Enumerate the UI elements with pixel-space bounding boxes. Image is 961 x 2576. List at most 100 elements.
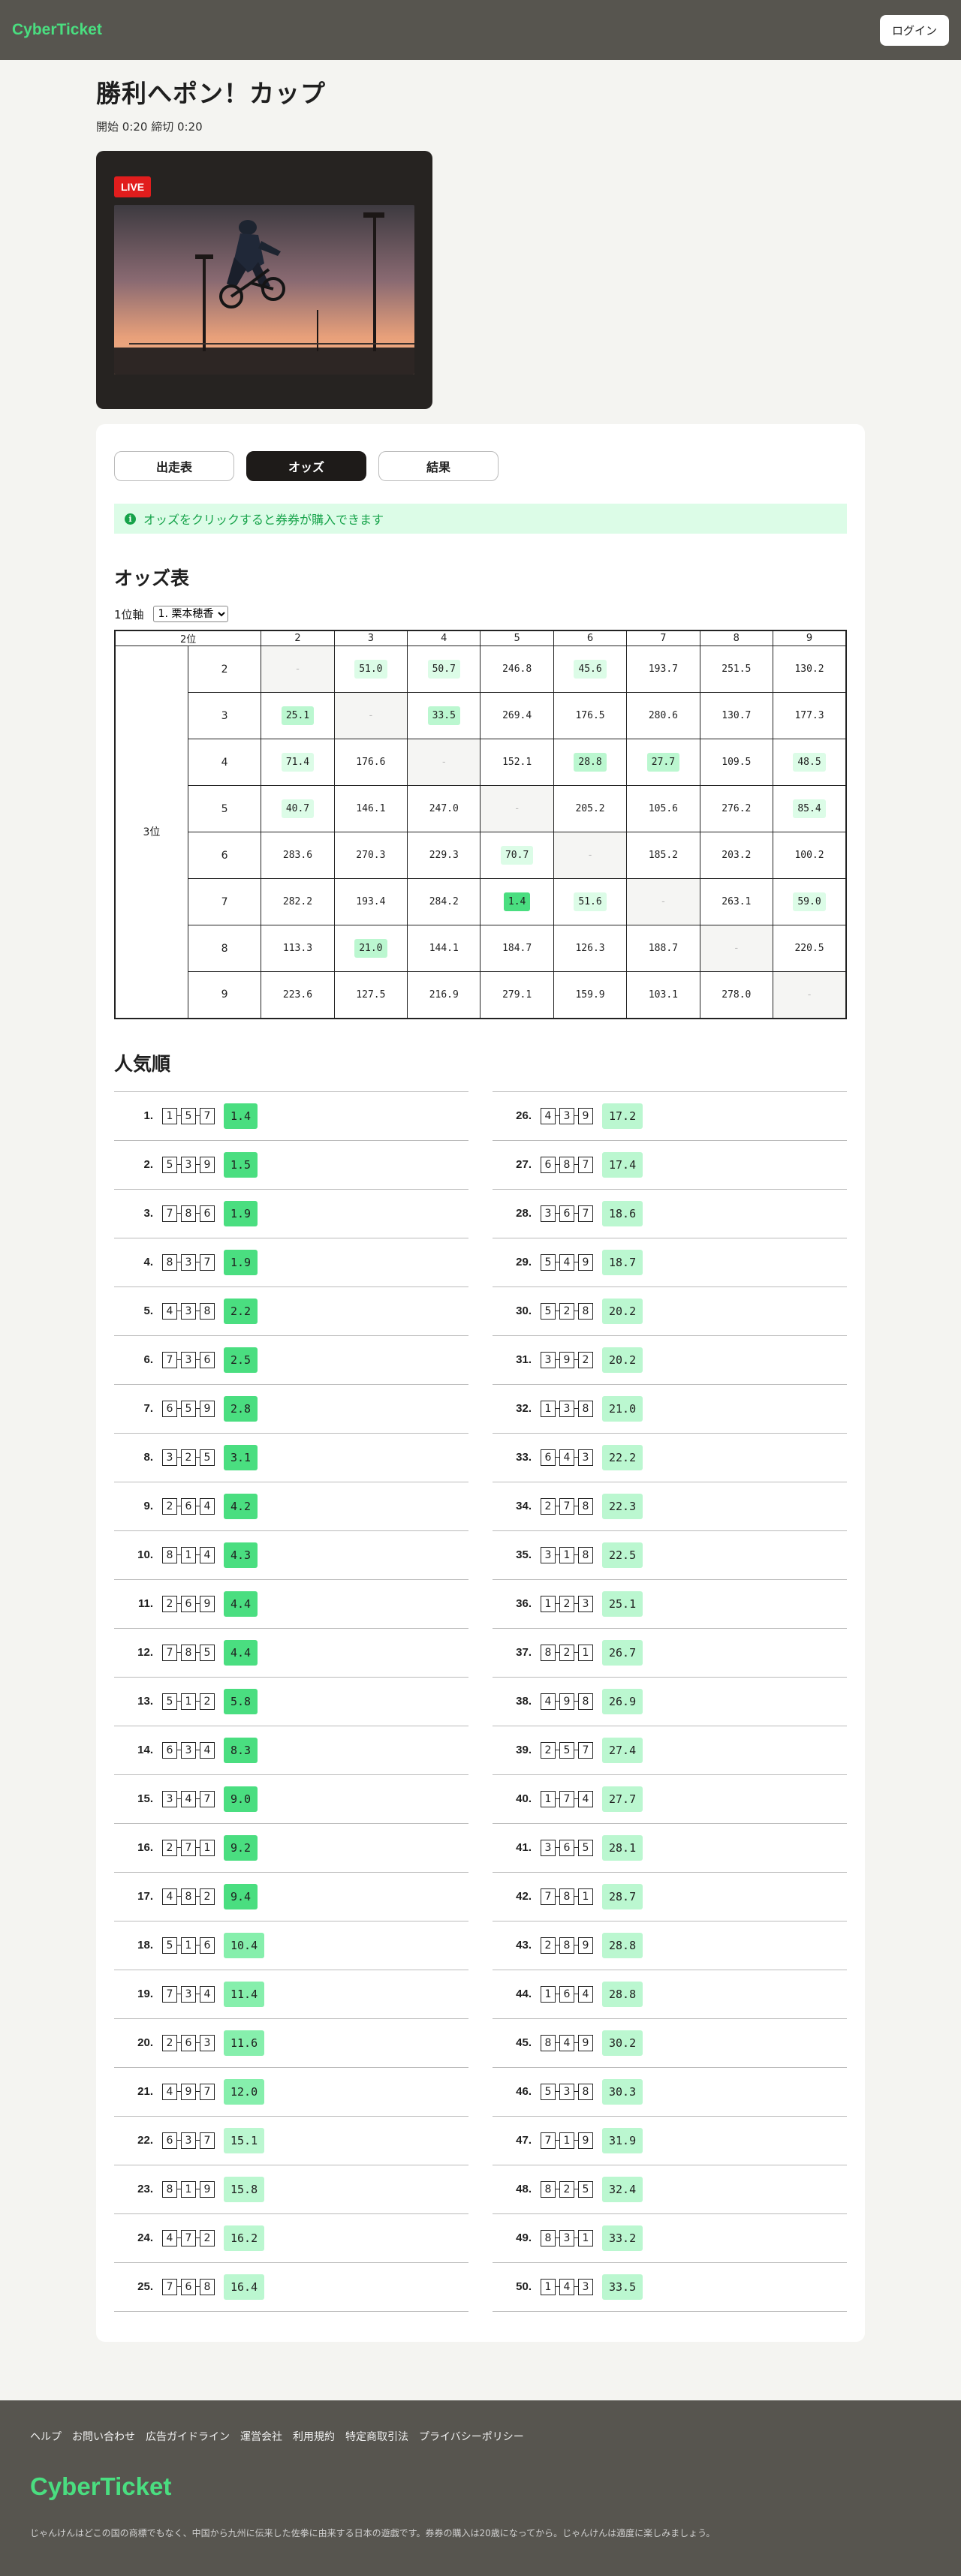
- odds-cell[interactable]: 144.1: [407, 925, 481, 972]
- popularity-odds[interactable]: 22.2: [602, 1444, 643, 1470]
- popularity-row[interactable]: 45. 8 4 9 30.2: [493, 2019, 847, 2068]
- popularity-odds[interactable]: 4.4: [224, 1639, 258, 1666]
- popularity-row[interactable]: 21. 4 9 7 12.0: [114, 2068, 468, 2117]
- popularity-odds[interactable]: 2.2: [224, 1298, 258, 1324]
- odds-cell[interactable]: 48.5: [773, 739, 847, 786]
- popularity-row[interactable]: 3. 7 8 6 1.9: [114, 1190, 468, 1238]
- popularity-odds[interactable]: 22.5: [602, 1542, 643, 1568]
- odds-cell[interactable]: 85.4: [773, 785, 847, 832]
- login-button[interactable]: ログイン: [879, 14, 949, 46]
- odds-cell[interactable]: 21.0: [333, 925, 408, 972]
- popularity-row[interactable]: 48. 8 2 5 32.4: [493, 2165, 847, 2214]
- popularity-row[interactable]: 8. 3 2 5 3.1: [114, 1434, 468, 1482]
- odds-cell[interactable]: 263.1: [699, 878, 774, 925]
- popularity-row[interactable]: 13. 5 1 2 5.8: [114, 1678, 468, 1726]
- odds-cell[interactable]: 70.7: [480, 832, 554, 879]
- footer-link[interactable]: お問い合わせ: [72, 2429, 135, 2444]
- popularity-odds[interactable]: 33.2: [602, 2225, 643, 2251]
- odds-cell[interactable]: 278.0: [699, 971, 774, 1019]
- popularity-row[interactable]: 42. 7 8 1 28.7: [493, 1873, 847, 1921]
- popularity-row[interactable]: 1. 1 5 7 1.4: [114, 1092, 468, 1141]
- popularity-odds[interactable]: 11.6: [224, 2030, 265, 2056]
- odds-cell[interactable]: 220.5: [773, 925, 847, 972]
- popularity-odds[interactable]: 27.4: [602, 1737, 643, 1763]
- odds-cell[interactable]: 51.0: [333, 646, 408, 693]
- popularity-odds[interactable]: 1.5: [224, 1151, 258, 1178]
- popularity-row[interactable]: 30. 5 2 8 20.2: [493, 1287, 847, 1336]
- popularity-row[interactable]: 35. 3 1 8 22.5: [493, 1531, 847, 1580]
- odds-cell[interactable]: 276.2: [699, 785, 774, 832]
- tab-results[interactable]: 結果: [378, 451, 499, 481]
- popularity-odds[interactable]: 2.8: [224, 1395, 258, 1422]
- odds-cell[interactable]: 126.3: [553, 925, 628, 972]
- popularity-odds[interactable]: 1.9: [224, 1200, 258, 1226]
- popularity-row[interactable]: 6. 7 3 6 2.5: [114, 1336, 468, 1385]
- popularity-odds[interactable]: 2.5: [224, 1347, 258, 1373]
- odds-cell[interactable]: 33.5: [407, 692, 481, 739]
- popularity-odds[interactable]: 9.4: [224, 1883, 258, 1909]
- popularity-odds[interactable]: 28.1: [602, 1834, 643, 1861]
- odds-cell[interactable]: 176.5: [553, 692, 628, 739]
- popularity-odds[interactable]: 1.4: [224, 1103, 258, 1129]
- popularity-odds[interactable]: 31.9: [602, 2127, 643, 2153]
- popularity-row[interactable]: 34. 2 7 8 22.3: [493, 1482, 847, 1531]
- popularity-row[interactable]: 24. 4 7 2 16.2: [114, 2214, 468, 2263]
- popularity-row[interactable]: 23. 8 1 9 15.8: [114, 2165, 468, 2214]
- popularity-odds[interactable]: 4.4: [224, 1590, 258, 1617]
- odds-cell[interactable]: 28.8: [553, 739, 628, 786]
- popularity-odds[interactable]: 28.8: [602, 1981, 643, 2007]
- odds-cell[interactable]: 59.0: [773, 878, 847, 925]
- popularity-odds[interactable]: 11.4: [224, 1981, 265, 2007]
- popularity-row[interactable]: 39. 2 5 7 27.4: [493, 1726, 847, 1775]
- popularity-odds[interactable]: 28.8: [602, 1932, 643, 1958]
- popularity-odds[interactable]: 26.9: [602, 1688, 643, 1714]
- tab-odds[interactable]: オッズ: [246, 451, 366, 481]
- odds-cell[interactable]: 247.0: [407, 785, 481, 832]
- popularity-odds[interactable]: 20.2: [602, 1298, 643, 1324]
- odds-cell[interactable]: 105.6: [626, 785, 700, 832]
- popularity-row[interactable]: 26. 4 3 9 17.2: [493, 1092, 847, 1141]
- odds-cell[interactable]: 103.1: [626, 971, 700, 1019]
- live-video-player[interactable]: LIVE: [96, 151, 432, 409]
- popularity-row[interactable]: 49. 8 3 1 33.2: [493, 2214, 847, 2263]
- odds-cell[interactable]: 185.2: [626, 832, 700, 879]
- popularity-odds[interactable]: 4.3: [224, 1542, 258, 1568]
- odds-cell[interactable]: 282.2: [261, 878, 335, 925]
- popularity-row[interactable]: 15. 3 4 7 9.0: [114, 1775, 468, 1824]
- axis-select[interactable]: 1. 栗本穂香: [152, 606, 228, 622]
- popularity-odds[interactable]: 15.1: [224, 2127, 265, 2153]
- popularity-row[interactable]: 14. 6 3 4 8.3: [114, 1726, 468, 1775]
- odds-cell[interactable]: 50.7: [407, 646, 481, 693]
- popularity-odds[interactable]: 18.6: [602, 1200, 643, 1226]
- odds-cell[interactable]: 223.6: [261, 971, 335, 1019]
- odds-cell[interactable]: 203.2: [699, 832, 774, 879]
- odds-cell[interactable]: 251.5: [699, 646, 774, 693]
- odds-cell[interactable]: 130.2: [773, 646, 847, 693]
- popularity-odds[interactable]: 30.3: [602, 2078, 643, 2105]
- popularity-odds[interactable]: 16.2: [224, 2225, 265, 2251]
- popularity-odds[interactable]: 12.0: [224, 2078, 265, 2105]
- popularity-row[interactable]: 19. 7 3 4 11.4: [114, 1970, 468, 2019]
- popularity-row[interactable]: 50. 1 4 3 33.5: [493, 2263, 847, 2312]
- odds-cell[interactable]: 71.4: [261, 739, 335, 786]
- popularity-odds[interactable]: 21.0: [602, 1395, 643, 1422]
- footer-link[interactable]: 広告ガイドライン: [146, 2429, 230, 2444]
- odds-cell[interactable]: 246.8: [480, 646, 554, 693]
- popularity-row[interactable]: 10. 8 1 4 4.3: [114, 1531, 468, 1580]
- popularity-row[interactable]: 4. 8 3 7 1.9: [114, 1238, 468, 1287]
- odds-cell[interactable]: 159.9: [553, 971, 628, 1019]
- footer-logo[interactable]: CyberTicket: [30, 2472, 931, 2501]
- odds-cell[interactable]: 216.9: [407, 971, 481, 1019]
- odds-cell[interactable]: 269.4: [480, 692, 554, 739]
- popularity-row[interactable]: 25. 7 6 8 16.4: [114, 2263, 468, 2312]
- odds-cell[interactable]: 188.7: [626, 925, 700, 972]
- popularity-odds[interactable]: 17.4: [602, 1151, 643, 1178]
- popularity-row[interactable]: 5. 4 3 8 2.2: [114, 1287, 468, 1336]
- popularity-row[interactable]: 46. 5 3 8 30.3: [493, 2068, 847, 2117]
- popularity-odds[interactable]: 33.5: [602, 2274, 643, 2300]
- popularity-row[interactable]: 31. 3 9 2 20.2: [493, 1336, 847, 1385]
- footer-link[interactable]: 利用規約: [293, 2429, 335, 2444]
- popularity-odds[interactable]: 3.1: [224, 1444, 258, 1470]
- odds-cell[interactable]: 152.1: [480, 739, 554, 786]
- odds-cell[interactable]: 127.5: [333, 971, 408, 1019]
